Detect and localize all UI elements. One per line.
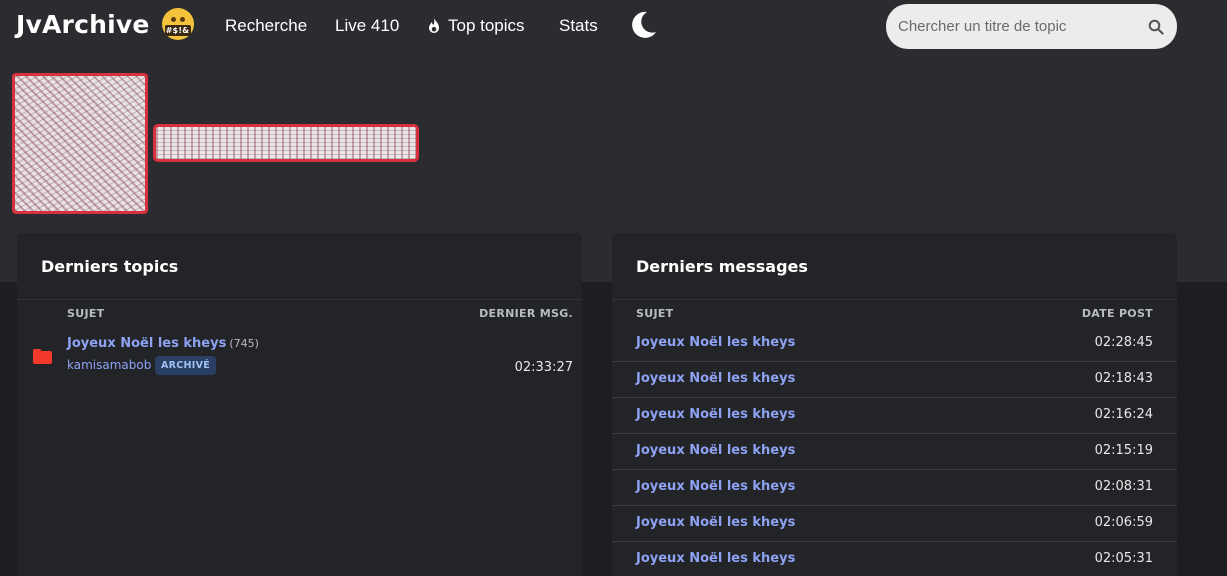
column-header-subject: SUJET	[636, 307, 674, 320]
table-row: Joyeux Noël les kheys 02:28:45	[612, 326, 1177, 362]
navbar: JvArchive #$!& Recherche Live 410 Top to…	[0, 0, 1227, 54]
message-topic-link[interactable]: Joyeux Noël les kheys	[636, 371, 795, 386]
table-row: Joyeux Noël les kheys 02:16:24	[612, 398, 1177, 434]
nav-link-label: Recherche	[225, 16, 308, 35]
message-topic-link[interactable]: Joyeux Noël les kheys	[636, 335, 795, 350]
message-topic-link[interactable]: Joyeux Noël les kheys	[636, 551, 795, 566]
topic-message-count: (745)	[229, 337, 259, 350]
nav-link-live-410[interactable]: Live 410	[335, 16, 399, 36]
topic-last-message-time: 02:33:27	[514, 360, 573, 375]
fire-icon	[429, 18, 439, 33]
search-icon[interactable]	[1148, 19, 1164, 35]
topic-title-link[interactable]: Joyeux Noël les kheys (745)	[67, 336, 259, 351]
message-time: 02:05:31	[1094, 551, 1153, 566]
message-time: 02:15:19	[1094, 443, 1153, 458]
message-topic-link[interactable]: Joyeux Noël les kheys	[636, 407, 795, 422]
message-topic-link[interactable]: Joyeux Noël les kheys	[636, 515, 795, 530]
message-topic-link[interactable]: Joyeux Noël les kheys	[636, 479, 795, 494]
emoji-eye-left	[170, 17, 176, 22]
nav-link-label: Stats	[559, 16, 598, 35]
column-header-date-post: DATE POST	[1081, 307, 1153, 320]
status-badge: ARCHIVÉ	[155, 356, 217, 375]
search-input[interactable]	[898, 11, 1138, 42]
topic-title: Joyeux Noël les kheys	[67, 336, 227, 351]
message-time: 02:18:43	[1094, 371, 1153, 386]
table-row: Joyeux Noël les kheys 02:06:59	[612, 506, 1177, 542]
column-header-last-message: DERNIER MSG.	[479, 307, 573, 320]
nav-link-stats[interactable]: Stats	[559, 16, 598, 36]
topic-author-link[interactable]: kamisamabob	[67, 358, 151, 372]
nav-link-top-topics[interactable]: Top topics	[427, 16, 525, 36]
table-row: Joyeux Noël les kheys 02:18:43	[612, 362, 1177, 398]
latest-messages-card: Derniers messages SUJET DATE POST Joyeux…	[612, 233, 1177, 576]
message-time: 02:28:45	[1094, 335, 1153, 350]
divider	[612, 299, 1177, 300]
folder-icon	[33, 349, 52, 364]
message-time: 02:16:24	[1094, 407, 1153, 422]
card-title: Derniers topics	[41, 257, 179, 276]
moon-icon[interactable]	[628, 10, 658, 40]
card-title: Derniers messages	[636, 257, 808, 276]
table-row: Joyeux Noël les kheys 02:05:31	[612, 542, 1177, 576]
emoji-symbols: #$!&	[164, 25, 191, 36]
emoji-eye-right	[179, 17, 185, 22]
cursing-face-icon: #$!&	[161, 8, 194, 40]
message-topic-link[interactable]: Joyeux Noël les kheys	[636, 443, 795, 458]
message-time: 02:08:31	[1094, 479, 1153, 494]
table-row: Joyeux Noël les kheys 02:15:19	[612, 434, 1177, 470]
nav-link-label: Top topics	[448, 16, 525, 35]
message-list: Joyeux Noël les kheys 02:28:45 Joyeux No…	[612, 326, 1177, 576]
message-time: 02:06:59	[1094, 515, 1153, 530]
redacted-name-image	[153, 124, 419, 162]
table-row: Joyeux Noël les kheys 02:08:31	[612, 470, 1177, 506]
nav-link-label: Live 410	[335, 16, 400, 35]
brand-name[interactable]: JvArchive	[16, 10, 150, 39]
latest-topics-card: Derniers topics SUJET DERNIER MSG. Joyeu…	[17, 233, 582, 576]
redacted-avatar-image	[12, 73, 148, 214]
brand-logo[interactable]: JvArchive #$!&	[16, 8, 194, 40]
search-bar	[886, 4, 1177, 49]
column-header-subject: SUJET	[67, 307, 105, 320]
nav-link-recherche[interactable]: Recherche	[225, 16, 307, 36]
page: JvArchive #$!& Recherche Live 410 Top to…	[0, 0, 1227, 576]
divider	[17, 299, 582, 300]
